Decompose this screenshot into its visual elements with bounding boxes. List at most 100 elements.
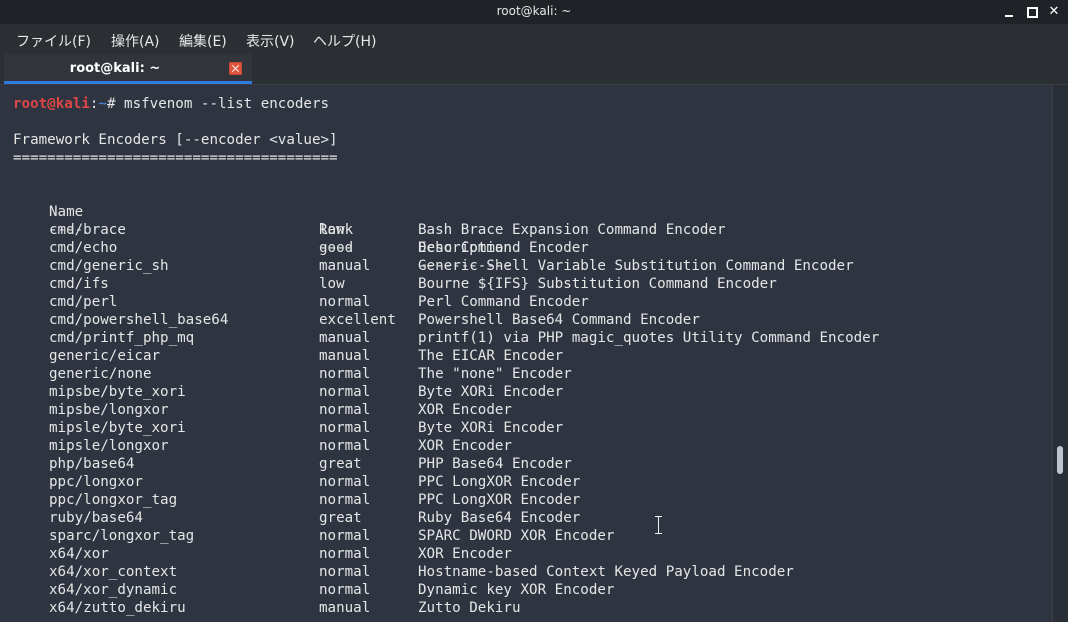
row-description: The EICAR Encoder bbox=[418, 348, 564, 364]
menu-item-view[interactable]: 表示(V) bbox=[246, 31, 295, 51]
prompt-line: root@kali:~# msfvenom --list encoders bbox=[13, 95, 329, 113]
row-rank: great bbox=[319, 510, 362, 526]
row-rank: good bbox=[319, 240, 354, 256]
table-row: cmd/printf_php_mq manual printf(1) via PHP… bbox=[13, 329, 1043, 347]
row-name: x64/xor_dynamic bbox=[49, 582, 178, 598]
row-rank: manual bbox=[319, 330, 371, 346]
row-name: x64/xor_context bbox=[49, 564, 178, 580]
prompt-user: root@kali bbox=[13, 96, 90, 112]
row-name: php/base64 bbox=[49, 456, 135, 472]
row-name: cmd/generic_sh bbox=[49, 258, 169, 274]
menu-item-edit[interactable]: 編集(E) bbox=[179, 31, 227, 51]
row-name: cmd/echo bbox=[49, 240, 118, 256]
section-title: Framework Encoders [--encoder <value>] bbox=[13, 132, 338, 148]
row-description: Byte XORi Encoder bbox=[418, 420, 564, 436]
row-description: Powershell Base64 Command Encoder bbox=[418, 312, 700, 328]
close-button[interactable]: ✕ bbox=[1044, 2, 1064, 22]
table-row: x64/xor_dynamic normal Dynamic key XOR Enc… bbox=[13, 581, 1043, 599]
row-rank: normal bbox=[319, 402, 371, 418]
row-rank: excellent bbox=[319, 312, 396, 328]
row-name: mipsle/longxor bbox=[49, 438, 169, 454]
table-row: mipsbe/byte_xori normal Byte XORi Encoder bbox=[13, 383, 1043, 401]
row-description: Ruby Base64 Encoder bbox=[418, 510, 581, 526]
table-row: cmd/brace low Bash Brace Expansion Command… bbox=[13, 221, 1043, 239]
row-rank: normal bbox=[319, 474, 371, 490]
table-row: ruby/base64 great Ruby Base64 Encoder bbox=[13, 509, 1043, 527]
row-rank: manual bbox=[319, 348, 371, 364]
row-name: cmd/brace bbox=[49, 222, 126, 238]
row-description: Generic Shell Variable Substitution Comm… bbox=[418, 258, 854, 274]
command-text: msfvenom --list encoders bbox=[115, 96, 330, 112]
row-name: x64/zutto_dekiru bbox=[49, 600, 186, 616]
table-row: generic/none normal The "none" Encoder bbox=[13, 365, 1043, 383]
tab-close-icon[interactable] bbox=[229, 62, 242, 75]
table-row: mipsbe/longxor normal XOR Encoder bbox=[13, 401, 1043, 419]
tab-bar: root@kali: ~ bbox=[0, 54, 1068, 85]
table-row: x64/zutto_dekiru manual Zutto Dekiru bbox=[13, 599, 1043, 617]
menu-item-actions[interactable]: 操作(A) bbox=[111, 31, 160, 51]
row-rank: manual bbox=[319, 258, 371, 274]
section-rule: ====================================== bbox=[13, 150, 338, 166]
row-rank: normal bbox=[319, 366, 371, 382]
tab-active-indicator bbox=[4, 81, 252, 84]
row-description: The "none" Encoder bbox=[418, 366, 572, 382]
row-rank: normal bbox=[319, 384, 371, 400]
row-name: mipsbe/longxor bbox=[49, 402, 169, 418]
row-rank: great bbox=[319, 456, 362, 472]
row-description: XOR Encoder bbox=[418, 546, 512, 562]
table-row: ppc/longxor_tag normal PPC LongXOR Encoder bbox=[13, 491, 1043, 509]
row-name: generic/none bbox=[49, 366, 152, 382]
prompt-path: ~ bbox=[98, 96, 107, 112]
table-header: Name Rank Description bbox=[13, 185, 1043, 256]
maximize-icon bbox=[1027, 7, 1038, 18]
row-rank: low bbox=[319, 222, 345, 238]
table-row: cmd/generic_sh manual Generic Shell Variab… bbox=[13, 257, 1043, 275]
row-description: Hostname-based Context Keyed Payload Enc… bbox=[418, 564, 794, 580]
row-name: generic/eicar bbox=[49, 348, 161, 364]
maximize-button[interactable] bbox=[1022, 2, 1042, 22]
tab-terminal[interactable]: root@kali: ~ bbox=[4, 54, 252, 84]
row-description: Byte XORi Encoder bbox=[418, 384, 564, 400]
row-rank: normal bbox=[319, 294, 371, 310]
text-cursor-icon bbox=[655, 516, 663, 534]
table-row: php/base64 great PHP Base64 Encoder bbox=[13, 455, 1043, 473]
row-name: cmd/perl bbox=[49, 294, 118, 310]
row-rank: normal bbox=[319, 528, 371, 544]
minimize-button[interactable] bbox=[1000, 2, 1020, 22]
terminal-output[interactable]: root@kali:~# msfvenom --list encoders Fr… bbox=[0, 85, 1052, 622]
table-row: sparc/longxor_tag normal SPARC DWORD XOR E… bbox=[13, 527, 1043, 545]
row-description: XOR Encoder bbox=[418, 438, 512, 454]
table-row: cmd/perl normal Perl Command Encoder bbox=[13, 293, 1043, 311]
title-bar: root@kali: ~ ✕ bbox=[0, 0, 1068, 24]
row-name: ppc/longxor bbox=[49, 474, 143, 490]
prompt-symbol: # bbox=[106, 96, 116, 112]
menu-item-help[interactable]: ヘルプ(H) bbox=[313, 31, 376, 51]
row-name: cmd/ifs bbox=[49, 276, 109, 292]
tab-label: root@kali: ~ bbox=[69, 61, 161, 76]
minimize-icon bbox=[1005, 15, 1013, 17]
row-name: cmd/printf_php_mq bbox=[49, 330, 195, 346]
menu-bar: ファイル(F) 操作(A) 編集(E) 表示(V) ヘルプ(H) bbox=[0, 24, 1068, 54]
scrollbar-thumb[interactable] bbox=[1057, 446, 1063, 474]
row-description: PPC LongXOR Encoder bbox=[418, 474, 581, 490]
row-description: XOR Encoder bbox=[418, 402, 512, 418]
table-row: cmd/ifs low Bourne ${IFS} Substitution Com… bbox=[13, 275, 1043, 293]
row-description: printf(1) via PHP magic_quotes Utility C… bbox=[418, 330, 880, 346]
row-name: mipsle/byte_xori bbox=[49, 420, 186, 436]
row-description: PHP Base64 Encoder bbox=[418, 456, 572, 472]
row-rank: normal bbox=[319, 492, 371, 508]
scrollbar[interactable] bbox=[1052, 85, 1068, 622]
table-row: x64/xor_context normal Hostname-based Cont… bbox=[13, 563, 1043, 581]
row-description: SPARC DWORD XOR Encoder bbox=[418, 528, 615, 544]
row-description: Zutto Dekiru bbox=[418, 600, 521, 616]
row-name: ruby/base64 bbox=[49, 510, 143, 526]
menu-item-file[interactable]: ファイル(F) bbox=[16, 31, 91, 51]
row-rank: normal bbox=[319, 582, 371, 598]
row-name: sparc/longxor_tag bbox=[49, 528, 195, 544]
row-rank: normal bbox=[319, 420, 371, 436]
row-description: Echo Command Encoder bbox=[418, 240, 589, 256]
row-rank: manual bbox=[319, 600, 371, 616]
row-description: Perl Command Encoder bbox=[418, 294, 589, 310]
row-name: x64/xor bbox=[49, 546, 109, 562]
table-row: generic/eicar manual The EICAR Encoder bbox=[13, 347, 1043, 365]
